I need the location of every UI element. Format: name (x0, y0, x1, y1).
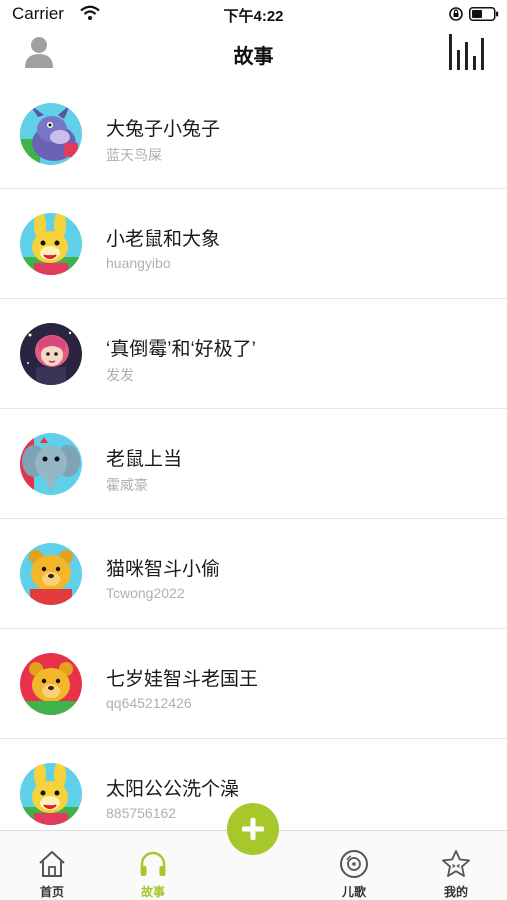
eeyore-avatar-icon (20, 103, 82, 165)
tab-stories[interactable]: 故事 (113, 831, 193, 900)
tab-profile[interactable]: 我的 (416, 831, 496, 900)
story-author: huangyibo (106, 255, 171, 271)
tab-songs[interactable]: 儿歌 (314, 831, 394, 900)
story-author: qq645212426 (106, 695, 192, 711)
story-item[interactable]: 小老鼠和大象 huangyibo (0, 189, 507, 299)
story-author: 发发 (106, 367, 134, 383)
tab-label: 我的 (443, 885, 468, 899)
clock: 下午4:22 (223, 8, 284, 25)
story-list: 大兔子小兔子 蓝天鸟屎 小老鼠和大象 huangyibo ‘真倒霉’和‘好极了’… (0, 79, 507, 830)
story-item[interactable]: 七岁娃智斗老国王 qq645212426 (0, 629, 507, 739)
plus-icon (242, 818, 264, 840)
girl-avatar-icon (20, 323, 82, 385)
story-item[interactable]: 大兔子小兔子 蓝天鸟屎 (0, 79, 507, 189)
headphones-icon (140, 851, 166, 876)
story-item[interactable]: 猫咪智斗小偷 Tcwong2022 (0, 519, 507, 629)
now-playing-bars-icon (449, 34, 484, 70)
page-title: 故事 (233, 46, 274, 68)
status-bar: Carrier 下午4:22 (0, 0, 507, 28)
story-thumbnail (20, 103, 82, 165)
story-title: 猫咪智斗小偷 (106, 559, 221, 580)
star-face-icon (442, 850, 470, 877)
story-title: ‘真倒霉’和‘好极了’ (106, 339, 256, 360)
disc-icon (340, 850, 368, 878)
rotation-lock-icon (449, 7, 463, 21)
story-title: 老鼠上当 (106, 449, 183, 470)
tab-label: 故事 (140, 885, 165, 899)
rabbit-avatar-icon (20, 763, 82, 825)
tab-label: 儿歌 (341, 885, 366, 899)
story-author: 蓝天鸟屎 (106, 147, 162, 163)
pooh-avatar-icon (20, 653, 82, 715)
story-item[interactable]: ‘真倒霉’和‘好极了’ 发发 (0, 299, 507, 409)
story-author: 885756162 (106, 805, 177, 821)
story-title: 太阳公公洗个澡 (106, 779, 240, 800)
tab-label: 首页 (39, 885, 64, 899)
now-playing-button[interactable] (448, 32, 490, 72)
story-title: 七岁娃智斗老国王 (106, 669, 259, 690)
story-thumbnail (20, 763, 82, 825)
home-icon (39, 851, 65, 877)
story-thumbnail (20, 543, 82, 605)
story-author: 霍威豪 (106, 477, 148, 493)
elephant-avatar-icon (20, 433, 82, 495)
rabbit-avatar-icon (20, 213, 82, 275)
story-thumbnail (20, 653, 82, 715)
story-thumbnail (20, 433, 82, 495)
story-title: 大兔子小兔子 (106, 119, 221, 140)
story-thumbnail (20, 213, 82, 275)
battery-icon (469, 7, 499, 21)
story-title: 小老鼠和大象 (106, 229, 221, 250)
story-item[interactable]: 老鼠上当 霍威豪 (0, 409, 507, 519)
add-button[interactable] (227, 803, 279, 855)
pooh-avatar-icon (20, 543, 82, 605)
tab-home[interactable]: 首页 (12, 831, 92, 900)
story-author: Tcwong2022 (106, 585, 185, 601)
story-thumbnail (20, 323, 82, 385)
nav-bar: 故事 (0, 28, 507, 80)
